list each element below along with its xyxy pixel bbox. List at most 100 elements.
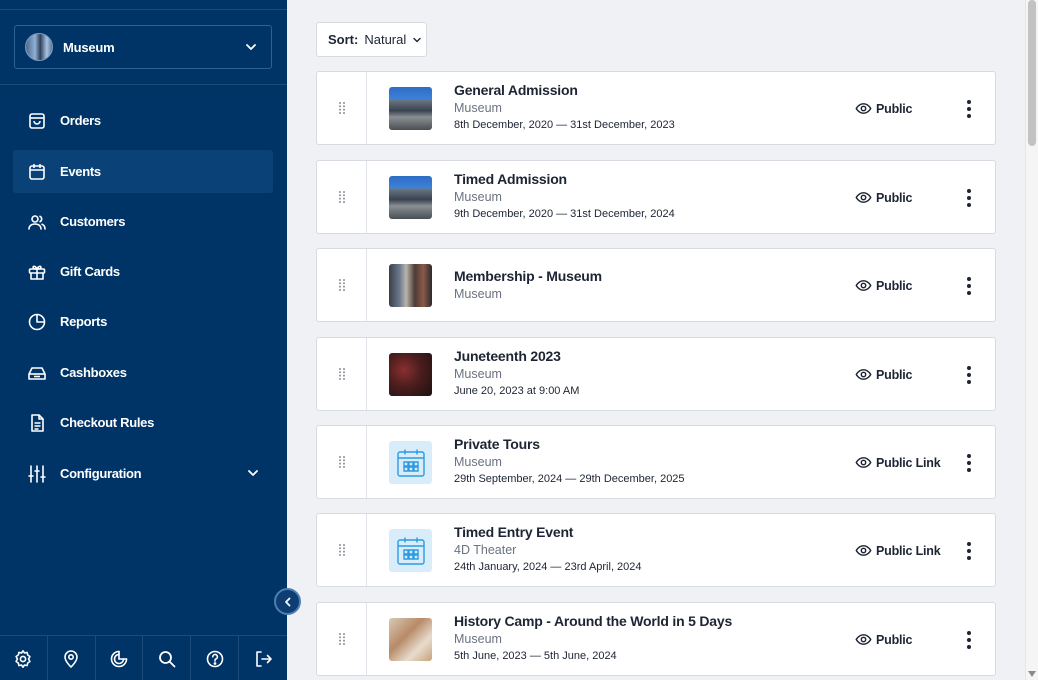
visibility-status: Public Link xyxy=(855,454,941,471)
sidebar-divider xyxy=(0,84,287,85)
drag-handle[interactable] xyxy=(317,249,367,321)
drag-handle[interactable] xyxy=(317,338,367,410)
sidebar: Museum Orders Events Customers Gift Card… xyxy=(0,0,287,680)
users-icon xyxy=(26,211,48,233)
eye-icon xyxy=(855,366,876,383)
event-thumbnail xyxy=(389,176,432,219)
visibility-label: Public xyxy=(876,190,913,205)
event-thumbnail xyxy=(389,87,432,130)
event-title[interactable]: Private Tours xyxy=(454,436,540,452)
cashbox-icon xyxy=(26,362,48,384)
chevron-left-icon xyxy=(283,597,293,607)
event-venue: Museum xyxy=(454,190,502,204)
event-dates: 5th June, 2023 — 5th June, 2024 xyxy=(454,650,617,662)
event-card[interactable]: Membership - Museum Museum Public xyxy=(316,248,996,322)
event-title[interactable]: History Camp - Around the World in 5 Day… xyxy=(454,613,732,629)
nav-item-gift-cards[interactable]: Gift Cards xyxy=(13,250,273,293)
more-options-button[interactable] xyxy=(961,275,977,297)
analytics-icon[interactable] xyxy=(96,636,144,680)
event-title[interactable]: General Admission xyxy=(454,82,578,98)
visibility-status: Public xyxy=(855,189,913,206)
logout-icon[interactable] xyxy=(239,636,287,680)
nav-label: Configuration xyxy=(60,466,142,481)
event-title[interactable]: Juneteenth 2023 xyxy=(454,348,561,364)
event-card[interactable]: General Admission Museum 8th December, 202… xyxy=(316,71,996,145)
event-venue: Museum xyxy=(454,367,502,381)
event-card[interactable]: Timed Admission Museum 9th December, 2020 … xyxy=(316,160,996,234)
collapse-sidebar-button[interactable] xyxy=(274,588,301,615)
visibility-status: Public xyxy=(855,366,913,383)
more-options-button[interactable] xyxy=(961,187,977,209)
nav-item-orders[interactable]: Orders xyxy=(13,99,273,142)
event-dates: 29th September, 2024 — 29th December, 20… xyxy=(454,473,685,485)
event-dates: 9th December, 2020 — 31st December, 2024 xyxy=(454,208,675,220)
drag-handle[interactable] xyxy=(317,72,367,144)
calendar-icon xyxy=(396,448,426,478)
event-venue: Museum xyxy=(454,287,502,301)
sort-label: Sort: xyxy=(328,32,359,47)
nav-item-cashboxes[interactable]: Cashboxes xyxy=(13,351,273,394)
organization-selector[interactable]: Museum xyxy=(14,25,272,69)
event-dates: June 20, 2023 at 9:00 AM xyxy=(454,385,580,397)
eye-icon xyxy=(855,189,876,206)
event-title[interactable]: Timed Entry Event xyxy=(454,524,573,540)
drag-handle-icon xyxy=(338,278,346,292)
nav-item-configuration[interactable]: Configuration xyxy=(13,452,273,495)
event-venue: 4D Theater xyxy=(454,543,517,557)
calendar-icon xyxy=(26,161,48,183)
nav-item-checkout-rules[interactable]: Checkout Rules xyxy=(13,401,273,444)
help-icon[interactable] xyxy=(191,636,240,680)
nav-label: Checkout Rules xyxy=(60,415,155,430)
visibility-status: Public xyxy=(855,631,913,648)
event-thumbnail-placeholder xyxy=(389,441,432,484)
drag-handle[interactable] xyxy=(317,514,367,586)
event-title[interactable]: Timed Admission xyxy=(454,171,567,187)
event-dates: 24th January, 2024 — 23rd April, 2024 xyxy=(454,561,642,573)
more-options-button[interactable] xyxy=(961,452,977,474)
drag-handle-icon xyxy=(338,367,346,381)
drag-handle[interactable] xyxy=(317,426,367,498)
event-card[interactable]: Private Tours Museum 29th September, 2024 … xyxy=(316,425,996,499)
drag-handle-icon xyxy=(338,455,346,469)
drag-handle[interactable] xyxy=(317,161,367,233)
event-card[interactable]: Juneteenth 2023 Museum June 20, 2023 at 9:… xyxy=(316,337,996,411)
nav-item-events[interactable]: Events xyxy=(13,150,273,193)
chevron-down-icon xyxy=(247,466,259,484)
more-options-button[interactable] xyxy=(961,540,977,562)
search-icon[interactable] xyxy=(143,636,192,680)
drag-handle-icon xyxy=(338,101,346,115)
scrollbar-thumb[interactable] xyxy=(1028,0,1036,146)
events-list-panel: Sort: Natural General Admission Museum 8th… xyxy=(287,0,1025,680)
nav-item-customers[interactable]: Customers xyxy=(13,200,273,243)
event-venue: Museum xyxy=(454,455,502,469)
visibility-label: Public xyxy=(876,367,913,382)
more-options-button[interactable] xyxy=(961,98,977,120)
event-card[interactable]: History Camp - Around the World in 5 Day… xyxy=(316,602,996,676)
location-icon[interactable] xyxy=(48,636,96,680)
nav-label: Cashboxes xyxy=(60,365,127,380)
scroll-down-arrow[interactable] xyxy=(1028,671,1036,677)
event-dates: 8th December, 2020 — 31st December, 2023 xyxy=(454,119,675,131)
nav-label: Reports xyxy=(60,314,108,329)
more-options-button[interactable] xyxy=(961,364,977,386)
visibility-label: Public Link xyxy=(876,543,941,558)
nav-item-reports[interactable]: Reports xyxy=(13,300,273,343)
settings-icon[interactable] xyxy=(0,636,48,680)
drag-handle[interactable] xyxy=(317,603,367,675)
eye-icon xyxy=(855,100,876,117)
event-title[interactable]: Membership - Museum xyxy=(454,268,602,284)
visibility-status: Public xyxy=(855,100,913,117)
calendar-icon xyxy=(396,536,426,566)
more-options-button[interactable] xyxy=(961,629,977,651)
event-thumbnail xyxy=(389,264,432,307)
event-card[interactable]: Timed Entry Event 4D Theater 24th January,… xyxy=(316,513,996,587)
visibility-label: Public xyxy=(876,278,913,293)
nav-label: Events xyxy=(60,164,101,179)
eye-icon xyxy=(855,454,876,471)
organization-avatar xyxy=(25,33,53,61)
drag-handle-icon xyxy=(338,190,346,204)
sort-dropdown[interactable]: Sort: Natural xyxy=(316,22,427,57)
nav-label: Orders xyxy=(60,113,101,128)
drag-handle-icon xyxy=(338,543,346,557)
scrollbar[interactable] xyxy=(1025,0,1038,680)
